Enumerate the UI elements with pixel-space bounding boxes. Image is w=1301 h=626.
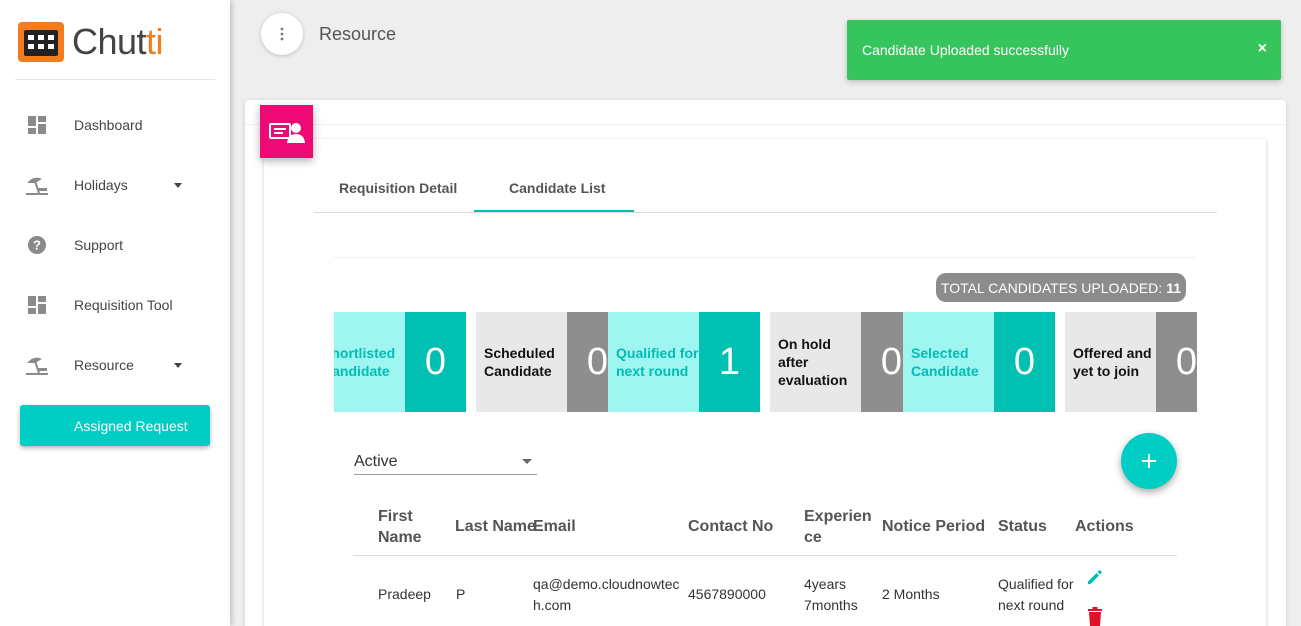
column-header-experience[interactable]: Experience (804, 506, 878, 548)
active-tab-indicator (474, 210, 634, 212)
close-icon[interactable]: × (1258, 40, 1267, 58)
stat-card-on-hold[interactable]: On hold after evaluation 0 (770, 312, 922, 412)
more-vertical-icon (280, 27, 284, 41)
chevron-down-icon (174, 183, 182, 188)
stat-card-offered[interactable]: Offered and yet to join 0 (1065, 312, 1197, 412)
sidebar-item-label: Dashboard (74, 117, 143, 133)
assigned-request-button[interactable]: Assigned Request (20, 405, 210, 446)
candidate-card-icon (260, 105, 313, 158)
stat-card-selected[interactable]: Selected Candidate 0 (903, 312, 1055, 412)
column-header-notice-period[interactable]: Notice Period (882, 516, 985, 537)
sidebar-item-label: Resource (74, 357, 134, 373)
app-logo[interactable]: Chutti (18, 20, 164, 64)
cell-last-name: P (456, 586, 466, 602)
column-header-last-name[interactable]: Last Name (455, 516, 536, 537)
total-candidates-value: 11 (1166, 279, 1181, 296)
sidebar-item-dashboard[interactable]: Dashboard (20, 105, 210, 145)
sidebar-item-label: Requisition Tool (74, 297, 173, 313)
stat-card-scheduled[interactable]: Scheduled Candidate 0 (476, 312, 628, 412)
total-candidates-badge: TOTAL CANDIDATES UPLOADED: 11 (936, 273, 1186, 302)
tab-requisition-detail[interactable]: Requisition Detail (339, 180, 457, 196)
stat-label: Qualified for next round (608, 312, 699, 412)
calendar-logo-icon (18, 22, 64, 62)
column-header-email[interactable]: Email (533, 516, 576, 537)
column-header-status[interactable]: Status (998, 516, 1047, 537)
add-candidate-button[interactable] (1121, 433, 1177, 489)
success-toast: Candidate Uploaded successfully × (847, 20, 1281, 80)
stat-count: 1 (699, 312, 760, 412)
stat-count: 0 (1156, 312, 1197, 412)
help-icon: ? (20, 233, 54, 257)
stat-label: Selected Candidate (903, 312, 994, 412)
total-candidates-label: TOTAL CANDIDATES UPLOADED: (940, 279, 1163, 296)
stats-strip: Shortlisted Candidate 0 Scheduled Candid… (334, 312, 1197, 412)
dashboard-icon (20, 293, 54, 317)
beach-icon (20, 173, 54, 197)
cell-email: qa@demo.cloudnowtech.com (533, 576, 680, 613)
tabs-divider (314, 212, 1217, 213)
sidebar-item-requisition-tool[interactable]: Requisition Tool (20, 285, 210, 325)
stat-card-qualified[interactable]: Qualified for next round 1 (608, 312, 760, 412)
stat-card-shortlisted[interactable]: Shortlisted Candidate 0 (334, 312, 466, 412)
plus-icon (1142, 454, 1156, 468)
sidebar-item-label: Holidays (74, 177, 128, 193)
toast-message: Candidate Uploaded successfully (862, 42, 1070, 58)
sidebar-item-label: Support (74, 237, 124, 253)
column-header-first-name[interactable]: First Name (378, 506, 438, 548)
sidebar-item-holidays[interactable]: Holidays (20, 165, 210, 205)
edit-icon[interactable] (1085, 567, 1105, 592)
card-divider (245, 124, 1286, 125)
page-title: Resource (319, 24, 397, 44)
section-divider (334, 257, 1196, 258)
dropdown-arrow-icon (522, 459, 532, 464)
sidebar-item-resource[interactable]: Resource (20, 345, 210, 385)
sidebar-item-support[interactable]: ? Support (20, 225, 210, 265)
dashboard-icon (20, 113, 54, 137)
stat-label: On hold after evaluation (770, 312, 861, 412)
stat-label: Shortlisted Candidate (334, 312, 405, 412)
sidebar-divider (15, 79, 215, 80)
status-filter-select[interactable]: Active (354, 450, 537, 475)
chevron-down-icon (174, 363, 182, 368)
svg-text:?: ? (33, 238, 41, 253)
cell-contact-no: 4567890000 (688, 586, 766, 602)
stat-label: Scheduled Candidate (476, 312, 567, 412)
stat-count: 0 (405, 312, 466, 412)
stat-label: Offered and yet to join (1065, 312, 1156, 412)
stat-count: 0 (994, 312, 1055, 412)
tab-candidate-list[interactable]: Candidate List (509, 180, 605, 196)
status-filter-value: Active (354, 453, 398, 470)
column-header-contact-no[interactable]: Contact No (688, 516, 773, 537)
app-name: Chutti (72, 21, 164, 62)
beach-icon (20, 353, 54, 377)
more-options-button[interactable] (261, 13, 303, 55)
table-header-divider (353, 555, 1177, 556)
column-header-actions: Actions (1075, 518, 1134, 535)
cell-status: Qualified for next round (998, 576, 1074, 613)
cell-notice-period: 2 Months (882, 586, 940, 602)
cell-first-name: Pradeep (378, 586, 431, 602)
sidebar: Chutti Dashboard Holidays ? Support Requ… (0, 0, 230, 626)
delete-icon[interactable] (1086, 606, 1104, 626)
cell-experience: 4years 7months (804, 576, 858, 613)
